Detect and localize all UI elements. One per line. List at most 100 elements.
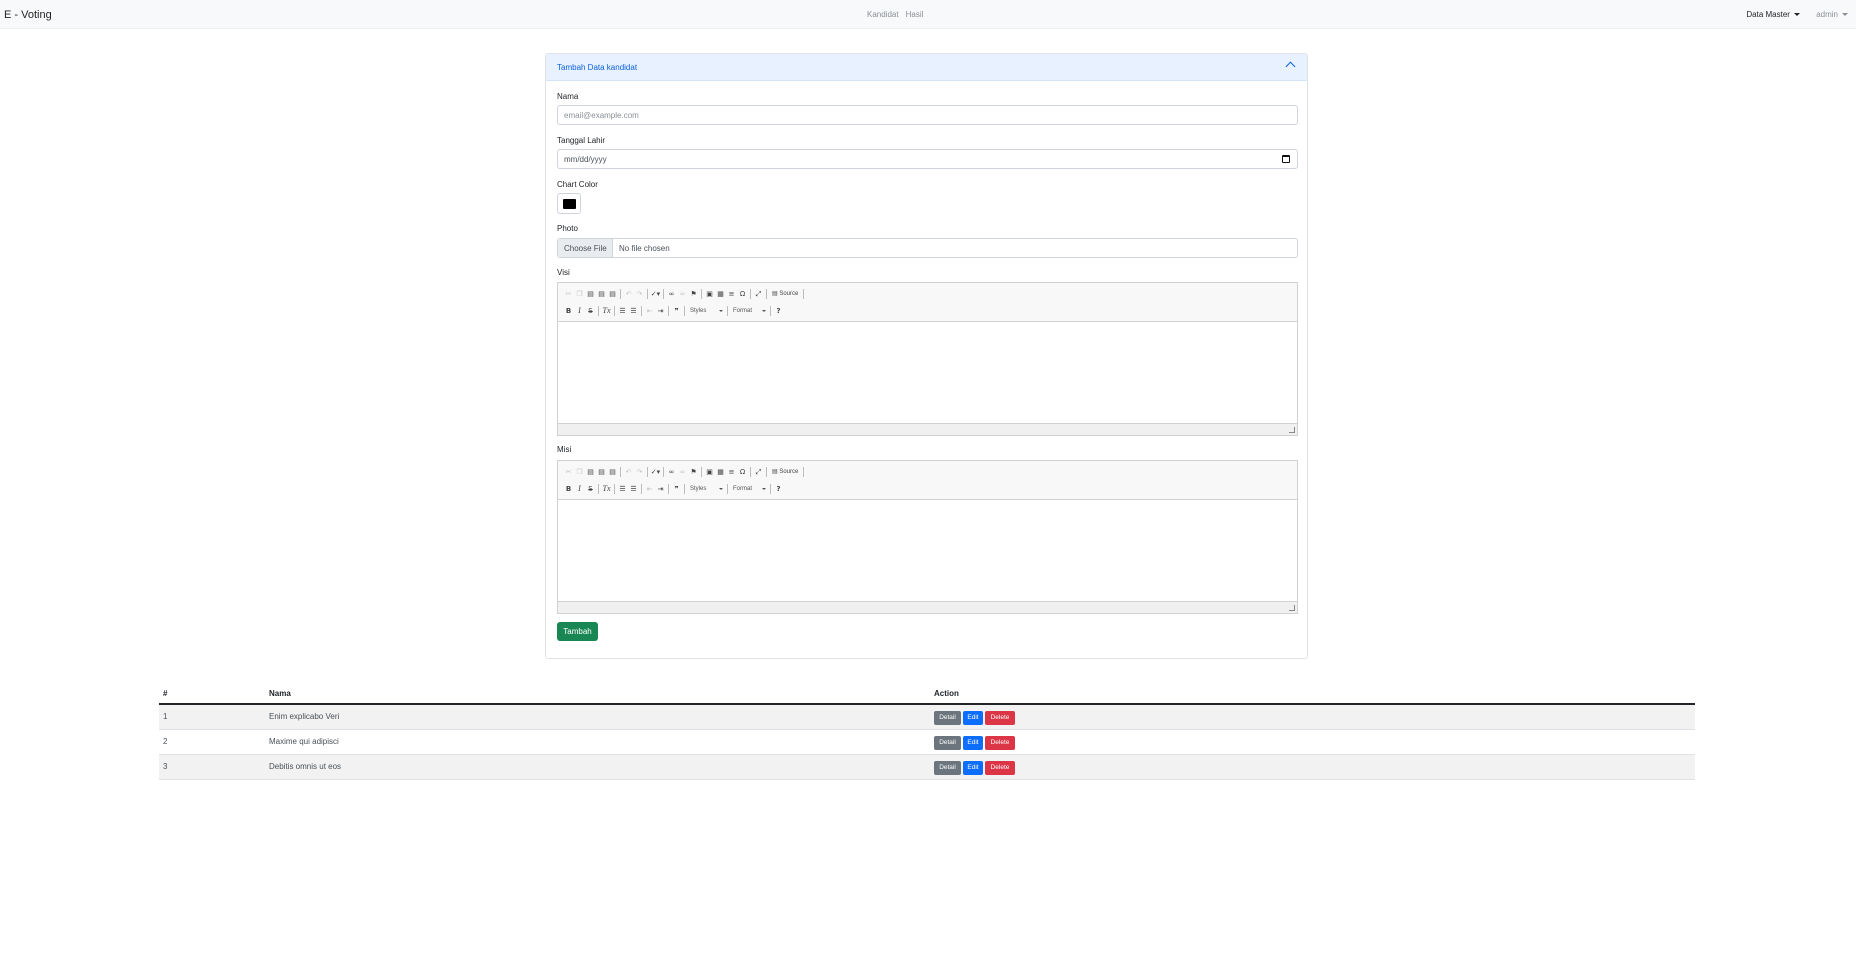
numbered-list-icon[interactable]: ☰ — [617, 305, 628, 317]
paste-text-icon[interactable]: ▤ — [596, 288, 607, 300]
visi-edit-area[interactable] — [558, 322, 1297, 423]
delete-button[interactable]: Delete — [985, 761, 1015, 775]
styles-label: Styles — [690, 486, 707, 492]
nama-input[interactable]: email@example.com — [557, 105, 1298, 125]
format-combo[interactable]: Format — [730, 305, 768, 317]
indent-icon[interactable]: ⇥ — [655, 305, 666, 317]
italic-icon[interactable]: I — [574, 305, 585, 317]
nama-placeholder: email@example.com — [564, 111, 639, 120]
strikethrough-icon[interactable]: S — [585, 483, 596, 495]
photo-file-input[interactable]: Choose File No file chosen — [557, 238, 1298, 258]
separator — [663, 289, 664, 299]
edit-button[interactable]: Edit — [963, 761, 983, 775]
brand[interactable]: E - Voting — [4, 9, 52, 21]
italic-icon[interactable]: I — [574, 483, 585, 495]
unlink-icon[interactable]: ∞ — [677, 288, 688, 300]
table-icon[interactable]: ▦ — [715, 466, 726, 478]
special-char-icon[interactable]: Ω — [737, 466, 748, 478]
help-icon[interactable]: ? — [773, 483, 784, 495]
data-master-label: Data Master — [1746, 10, 1790, 19]
detail-button[interactable]: Detail — [934, 711, 961, 725]
cut-icon[interactable]: ✂ — [563, 288, 574, 300]
column-header-nama: Nama — [269, 689, 291, 698]
accordion-header[interactable]: Tambah Data kandidat — [546, 54, 1307, 81]
detail-button[interactable]: Detail — [934, 736, 961, 750]
file-status: No file chosen — [619, 244, 670, 253]
image-icon[interactable]: ▣ — [704, 288, 715, 300]
undo-icon[interactable]: ↶ — [623, 288, 634, 300]
redo-icon[interactable]: ↷ — [634, 288, 645, 300]
resize-handle-icon[interactable] — [1289, 605, 1295, 611]
image-icon[interactable]: ▣ — [704, 466, 715, 478]
paste-word-icon[interactable]: ▤ — [607, 288, 618, 300]
undo-icon[interactable]: ↶ — [623, 466, 634, 478]
paste-text-icon[interactable]: ▤ — [596, 466, 607, 478]
tanggal-lahir-input[interactable]: mm/dd/yyyy — [557, 149, 1298, 169]
outdent-icon[interactable]: ⇤ — [644, 305, 655, 317]
blockquote-icon[interactable]: ❞ — [671, 305, 682, 317]
chart-color-picker[interactable] — [557, 193, 581, 214]
maximize-icon[interactable]: ⤢ — [753, 466, 764, 478]
data-master-dropdown[interactable]: Data Master — [1746, 10, 1800, 19]
edit-button[interactable]: Edit — [963, 711, 983, 725]
bulleted-list-icon[interactable]: ☰ — [628, 483, 639, 495]
separator — [803, 289, 805, 299]
unlink-icon[interactable]: ∞ — [677, 466, 688, 478]
remove-format-icon[interactable]: Tx — [601, 483, 612, 495]
source-button[interactable]: ▤ Source — [769, 466, 801, 478]
paste-word-icon[interactable]: ▤ — [607, 466, 618, 478]
separator — [750, 289, 751, 299]
link-icon[interactable]: ∞ — [666, 288, 677, 300]
maximize-icon[interactable]: ⤢ — [753, 288, 764, 300]
misi-edit-area[interactable] — [558, 500, 1297, 601]
detail-button[interactable]: Detail — [934, 761, 961, 775]
user-dropdown[interactable]: admin — [1816, 10, 1848, 19]
chevron-up-icon — [1285, 61, 1296, 72]
horizontal-line-icon[interactable]: ≡ — [726, 288, 737, 300]
nav-link-hasil[interactable]: Hasil — [906, 10, 924, 19]
row-nama: Maxime qui adipisci — [269, 737, 339, 746]
link-icon[interactable]: ∞ — [666, 466, 677, 478]
styles-combo[interactable]: Styles — [687, 483, 725, 495]
remove-format-icon[interactable]: Tx — [601, 305, 612, 317]
misi-label: Misi — [557, 445, 572, 454]
delete-button[interactable]: Delete — [985, 711, 1015, 725]
redo-icon[interactable]: ↷ — [634, 466, 645, 478]
format-combo[interactable]: Format — [730, 483, 768, 495]
outdent-icon[interactable]: ⇤ — [644, 483, 655, 495]
anchor-flag-icon[interactable]: ⚑ — [688, 466, 699, 478]
paste-icon[interactable]: ▤ — [585, 466, 596, 478]
choose-file-button[interactable]: Choose File — [558, 239, 613, 257]
calendar-icon[interactable] — [1282, 155, 1290, 163]
nav-links: Kandidat Hasil — [867, 10, 930, 19]
resize-handle-icon[interactable] — [1289, 427, 1295, 433]
spellcheck-icon[interactable]: ✓▾ — [650, 288, 661, 300]
separator — [641, 484, 642, 494]
paste-icon[interactable]: ▤ — [585, 288, 596, 300]
source-label: Source — [779, 469, 799, 475]
copy-icon[interactable]: ❐ — [574, 288, 585, 300]
table-icon[interactable]: ▦ — [715, 288, 726, 300]
blockquote-icon[interactable]: ❞ — [671, 483, 682, 495]
separator — [770, 306, 771, 316]
numbered-list-icon[interactable]: ☰ — [617, 483, 628, 495]
cut-icon[interactable]: ✂ — [563, 466, 574, 478]
horizontal-line-icon[interactable]: ≡ — [726, 466, 737, 478]
indent-icon[interactable]: ⇥ — [655, 483, 666, 495]
bold-icon[interactable]: B — [563, 483, 574, 495]
copy-icon[interactable]: ❐ — [574, 466, 585, 478]
tambah-button[interactable]: Tambah — [557, 622, 598, 641]
bold-icon[interactable]: B — [563, 305, 574, 317]
source-button[interactable]: ▤ Source — [769, 288, 801, 300]
anchor-flag-icon[interactable]: ⚑ — [688, 288, 699, 300]
spellcheck-icon[interactable]: ✓▾ — [650, 466, 661, 478]
help-icon[interactable]: ? — [773, 305, 784, 317]
bulleted-list-icon[interactable]: ☰ — [628, 305, 639, 317]
strikethrough-icon[interactable]: S — [585, 305, 596, 317]
delete-button[interactable]: Delete — [985, 736, 1015, 750]
special-char-icon[interactable]: Ω — [737, 288, 748, 300]
nav-link-kandidat[interactable]: Kandidat — [867, 10, 899, 19]
choose-file-label: Choose File — [564, 244, 607, 253]
edit-button[interactable]: Edit — [963, 736, 983, 750]
styles-combo[interactable]: Styles — [687, 305, 725, 317]
